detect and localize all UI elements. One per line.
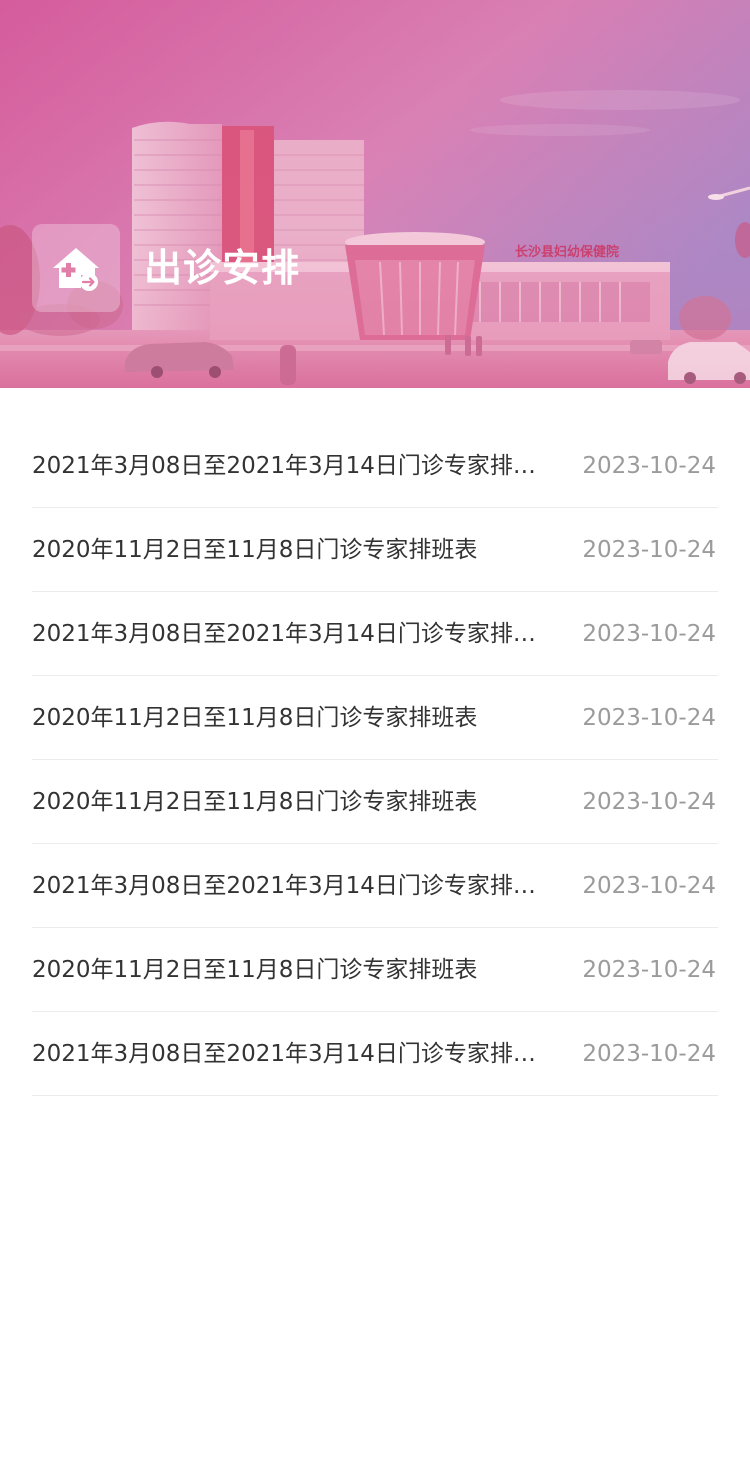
item-title: 2021年3月08日至2021年3月14日门诊专家排班表 <box>32 1041 544 1067</box>
list-item[interactable]: 2021年3月08日至2021年3月14日门诊专家排班表 2023-10-24 <box>32 592 718 676</box>
item-title: 2020年11月2日至11月8日门诊专家排班表 <box>32 789 478 815</box>
list-item[interactable]: 2020年11月2日至11月8日门诊专家排班表 2023-10-24 <box>32 676 718 760</box>
hospital-icon-box <box>32 224 120 312</box>
item-title: 2021年3月08日至2021年3月14日门诊专家排班表 <box>32 453 544 479</box>
item-date: 2023-10-24 <box>582 537 716 563</box>
item-title: 2021年3月08日至2021年3月14日门诊专家排班表 <box>32 621 544 647</box>
page-title: 出诊安排 <box>144 246 301 290</box>
item-date: 2023-10-24 <box>582 1041 716 1067</box>
schedule-list: 2021年3月08日至2021年3月14日门诊专家排班表 2023-10-24 … <box>32 424 718 1096</box>
header-banner: 长沙县妇幼保健院 <box>0 0 750 388</box>
item-title: 2020年11月2日至11月8日门诊专家排班表 <box>32 957 478 983</box>
item-date: 2023-10-24 <box>582 621 716 647</box>
list-item[interactable]: 2021年3月08日至2021年3月14日门诊专家排班表 2023-10-24 <box>32 424 718 508</box>
hospital-house-icon <box>53 248 99 291</box>
list-item[interactable]: 2020年11月2日至11月8日门诊专家排班表 2023-10-24 <box>32 508 718 592</box>
item-date: 2023-10-24 <box>582 705 716 731</box>
list-item[interactable]: 2020年11月2日至11月8日门诊专家排班表 2023-10-24 <box>32 760 718 844</box>
item-date: 2023-10-24 <box>582 789 716 815</box>
item-title: 2020年11月2日至11月8日门诊专家排班表 <box>32 537 478 563</box>
list-item[interactable]: 2021年3月08日至2021年3月14日门诊专家排班表 2023-10-24 <box>32 844 718 928</box>
banner-tint <box>0 0 750 388</box>
item-date: 2023-10-24 <box>582 957 716 983</box>
item-title: 2021年3月08日至2021年3月14日门诊专家排班表 <box>32 873 544 899</box>
item-date: 2023-10-24 <box>582 873 716 899</box>
item-date: 2023-10-24 <box>582 453 716 479</box>
list-item[interactable]: 2021年3月08日至2021年3月14日门诊专家排班表 2023-10-24 <box>32 1012 718 1096</box>
list-item[interactable]: 2020年11月2日至11月8日门诊专家排班表 2023-10-24 <box>32 928 718 1012</box>
item-title: 2020年11月2日至11月8日门诊专家排班表 <box>32 705 478 731</box>
